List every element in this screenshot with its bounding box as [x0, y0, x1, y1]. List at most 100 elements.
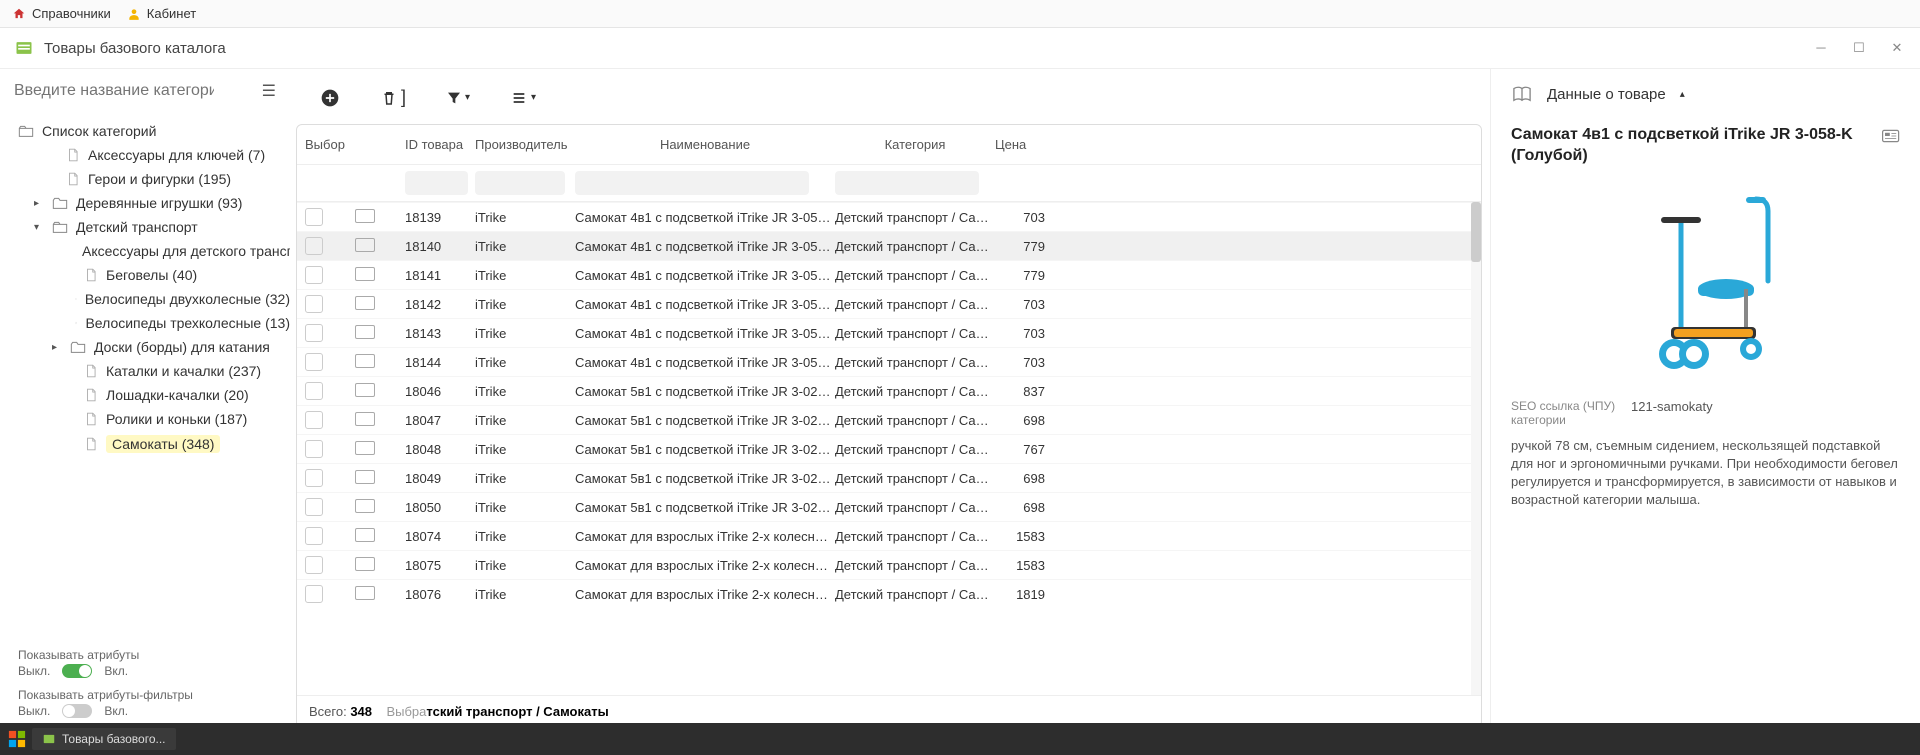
- tree-item-label: Аксессуары для ключей (7): [88, 147, 265, 163]
- menu-cabinet[interactable]: Кабинет: [127, 6, 196, 21]
- row-checkbox[interactable]: [305, 498, 323, 516]
- row-checkbox[interactable]: [305, 237, 323, 255]
- filters-toggle[interactable]: [62, 704, 92, 718]
- filter-name-input[interactable]: [575, 171, 809, 195]
- row-checkbox[interactable]: [305, 440, 323, 458]
- col-name[interactable]: Наименование: [575, 137, 835, 152]
- cell-mfr: iTrike: [475, 442, 575, 457]
- card-icon[interactable]: [355, 209, 375, 223]
- card-icon[interactable]: [355, 528, 375, 542]
- cell-category: Детский транспорт / Самокаты: [835, 326, 995, 341]
- filter-cat-input[interactable]: [835, 171, 979, 195]
- tree-item[interactable]: Самокаты (348): [66, 431, 290, 457]
- tree-item[interactable]: Велосипеды двухколесные (32): [66, 287, 290, 311]
- tree-item[interactable]: Беговелы (40): [66, 263, 290, 287]
- tree-item[interactable]: Каталки и качалки (237): [66, 359, 290, 383]
- tree-item[interactable]: ▸Деревянные игрушки (93): [34, 191, 290, 215]
- table-row[interactable]: 18047 iTrike Самокат 5в1 с подсветкой iT…: [297, 405, 1481, 434]
- col-manufacturer[interactable]: Производитель: [475, 137, 575, 152]
- card-icon[interactable]: [355, 325, 375, 339]
- cell-name: Самокат для взрослых iTrike 2-х колесный…: [575, 529, 835, 544]
- card-icon[interactable]: [355, 441, 375, 455]
- col-category[interactable]: Категория: [835, 137, 995, 152]
- table-row[interactable]: 18046 iTrike Самокат 5в1 с подсветкой iT…: [297, 376, 1481, 405]
- row-checkbox[interactable]: [305, 382, 323, 400]
- cell-price: 698: [995, 471, 1045, 486]
- cell-name: Самокат 5в1 с подсветкой iTrike JR 3-026…: [575, 471, 835, 486]
- row-checkbox[interactable]: [305, 585, 323, 603]
- tree-item[interactable]: Аксессуары для детского транспо: [66, 239, 290, 263]
- card-icon[interactable]: [355, 499, 375, 513]
- table-row[interactable]: 18141 iTrike Самокат 4в1 с подсветкой iT…: [297, 260, 1481, 289]
- start-icon[interactable]: [8, 730, 26, 748]
- row-checkbox[interactable]: [305, 411, 323, 429]
- card-icon[interactable]: [355, 354, 375, 368]
- table-scrollbar[interactable]: [1471, 202, 1481, 695]
- card-icon[interactable]: [355, 586, 375, 600]
- products-table: Выбор ID товара Производитель Наименован…: [296, 124, 1482, 728]
- card-icon[interactable]: [355, 383, 375, 397]
- table-row[interactable]: 18142 iTrike Самокат 4в1 с подсветкой iT…: [297, 289, 1481, 318]
- table-row[interactable]: 18144 iTrike Самокат 4в1 с подсветкой iT…: [297, 347, 1481, 376]
- row-checkbox[interactable]: [305, 295, 323, 313]
- filter-button[interactable]: ▾: [446, 90, 470, 106]
- card-icon[interactable]: [1881, 127, 1900, 145]
- table-row[interactable]: 18050 iTrike Самокат 5в1 с подсветкой iT…: [297, 492, 1481, 521]
- row-checkbox[interactable]: [305, 353, 323, 371]
- row-checkbox[interactable]: [305, 469, 323, 487]
- details-header[interactable]: Данные о товаре ▴: [1511, 85, 1900, 115]
- maximize-button[interactable]: ☐: [1850, 40, 1868, 56]
- filter-id-input[interactable]: [405, 171, 468, 195]
- card-icon[interactable]: [355, 470, 375, 484]
- row-checkbox[interactable]: [305, 266, 323, 284]
- sidebar-menu-icon[interactable]: ☰: [262, 81, 276, 101]
- cell-mfr: iTrike: [475, 558, 575, 573]
- table-row[interactable]: 18140 iTrike Самокат 4в1 с подсветкой iT…: [297, 231, 1481, 260]
- cell-category: Детский транспорт / Самокаты: [835, 297, 995, 312]
- col-id[interactable]: ID товара: [405, 137, 475, 152]
- table-row[interactable]: 18076 iTrike Самокат для взрослых iTrike…: [297, 579, 1481, 608]
- row-checkbox[interactable]: [305, 527, 323, 545]
- table-filter-row: [297, 165, 1481, 202]
- cell-id: 18074: [405, 529, 475, 544]
- card-icon[interactable]: [355, 296, 375, 310]
- table-row[interactable]: 18139 iTrike Самокат 4в1 с подсветкой iT…: [297, 202, 1481, 231]
- row-checkbox[interactable]: [305, 208, 323, 226]
- category-search-input[interactable]: [14, 82, 214, 100]
- tree-item[interactable]: ▸Доски (борды) для катания: [52, 335, 290, 359]
- filter-mfr-input[interactable]: [475, 171, 565, 195]
- table-row[interactable]: 18048 iTrike Самокат 5в1 с подсветкой iT…: [297, 434, 1481, 463]
- cell-name: Самокат 5в1 с подсветкой iTrike JR 3-026…: [575, 384, 835, 399]
- tree-item[interactable]: Аксессуары для ключей (7): [48, 143, 290, 167]
- table-row[interactable]: 18074 iTrike Самокат для взрослых iTrike…: [297, 521, 1481, 550]
- col-select[interactable]: Выбор: [305, 137, 355, 152]
- list-button[interactable]: ▾: [510, 90, 536, 106]
- tree-item[interactable]: Герои и фигурки (195): [48, 167, 290, 191]
- add-button[interactable]: [320, 88, 340, 108]
- row-checkbox[interactable]: [305, 556, 323, 574]
- minimize-button[interactable]: ─: [1812, 40, 1830, 56]
- cell-name: Самокат 4в1 с подсветкой iTrike JR 3-058…: [575, 355, 835, 370]
- row-checkbox[interactable]: [305, 324, 323, 342]
- menu-references[interactable]: Справочники: [12, 6, 111, 21]
- delete-button[interactable]: ]: [380, 87, 406, 108]
- attrs-toggle[interactable]: [62, 664, 92, 678]
- tree-root[interactable]: Список категорий: [18, 119, 290, 143]
- tree-item[interactable]: ▾Детский транспорт: [34, 215, 290, 239]
- col-price[interactable]: Цена: [995, 137, 1045, 152]
- window-controls: ─ ☐ ✕: [1812, 40, 1906, 56]
- card-icon[interactable]: [355, 557, 375, 571]
- card-icon[interactable]: [355, 267, 375, 281]
- table-row[interactable]: 18075 iTrike Самокат для взрослых iTrike…: [297, 550, 1481, 579]
- tree-item[interactable]: Лошадки-качалки (20): [66, 383, 290, 407]
- collapse-icon[interactable]: ▴: [1680, 89, 1685, 100]
- table-row[interactable]: 18143 iTrike Самокат 4в1 с подсветкой iT…: [297, 318, 1481, 347]
- card-icon[interactable]: [355, 412, 375, 426]
- card-icon[interactable]: [355, 238, 375, 252]
- tree-item[interactable]: Ролики и коньки (187): [66, 407, 290, 431]
- cell-mfr: iTrike: [475, 413, 575, 428]
- taskbar-app[interactable]: Товары базового...: [32, 728, 176, 750]
- close-button[interactable]: ✕: [1888, 40, 1906, 56]
- table-row[interactable]: 18049 iTrike Самокат 5в1 с подсветкой iT…: [297, 463, 1481, 492]
- tree-item[interactable]: Велосипеды трехколесные (13): [66, 311, 290, 335]
